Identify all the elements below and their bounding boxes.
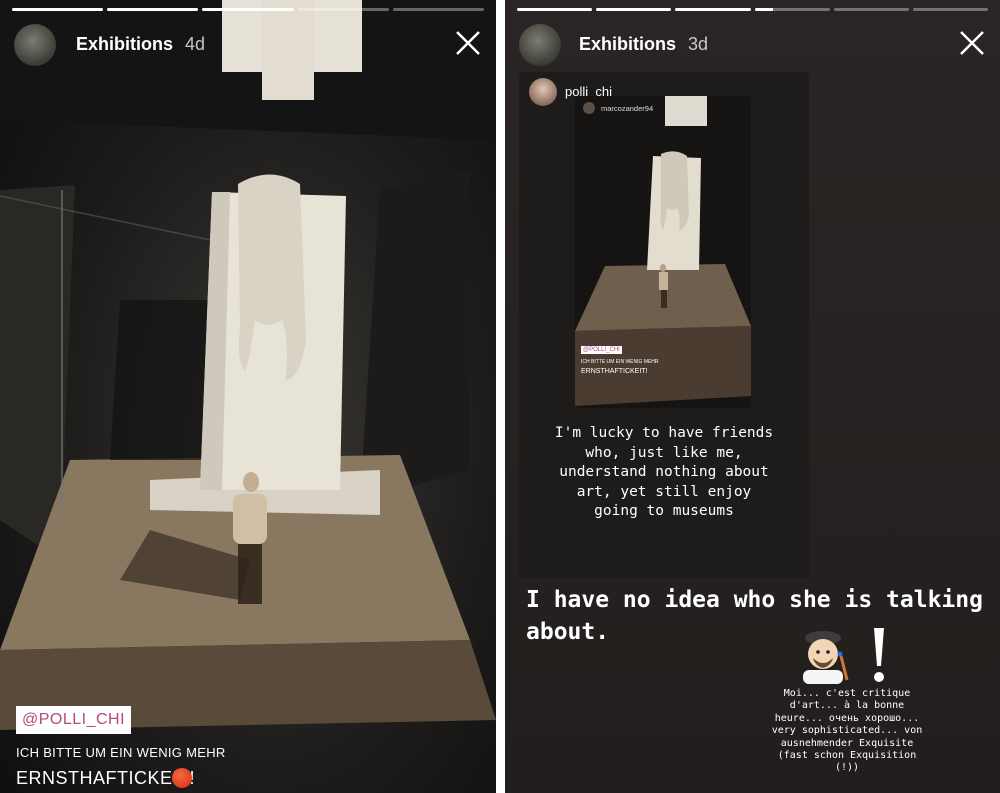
progress-segment — [107, 8, 199, 11]
progress-segment — [297, 8, 389, 11]
avatar[interactable] — [14, 24, 56, 66]
account-name[interactable]: Exhibitions — [579, 34, 676, 55]
sculpture-photo — [0, 0, 496, 730]
inner-caption-line-2: ERNSTHAFTICKEIT! — [581, 368, 648, 375]
exclamation-icon — [874, 628, 884, 682]
inner-username: marcozander94 — [601, 104, 654, 113]
progress-segment — [392, 8, 485, 11]
progress-segment — [202, 8, 294, 11]
angry-face-icon — [172, 768, 192, 788]
close-icon[interactable] — [958, 29, 986, 57]
progress-segment — [754, 8, 830, 11]
caption-line-2: ERNSTHAFTICKEIT! — [16, 768, 196, 788]
progress-segment — [12, 8, 104, 11]
progress-segment — [912, 8, 989, 11]
avatar[interactable] — [519, 24, 561, 66]
shared-post-card[interactable]: polli_chi marcozander94 @POLLI_CHI ICH B… — [519, 72, 809, 578]
story-left[interactable]: Exhibitions 4d @POLLI_CHI ICH BITTE UM E… — [0, 0, 496, 793]
close-icon[interactable] — [454, 29, 482, 57]
story-progress — [12, 8, 485, 11]
story-time: 3d — [688, 34, 709, 54]
progress-segment — [833, 8, 909, 11]
story-time: 4d — [185, 34, 206, 54]
artist-icon — [803, 631, 849, 684]
reply-text: I have no idea who she is talking about. — [526, 587, 983, 645]
shared-post-text: I'm lucky to have friends who, just like… — [554, 425, 774, 519]
progress-segment — [596, 8, 672, 11]
reply-small-text: Moi... c'est critique d'art... à la bonn… — [771, 688, 923, 774]
inner-avatar — [583, 102, 595, 114]
mention-tag[interactable]: @POLLI_CHI — [16, 706, 132, 734]
progress-segment — [517, 8, 593, 11]
caption-line-1: ICH BITTE UM EIN WENIG MEHR — [16, 745, 226, 760]
account-name[interactable]: Exhibitions — [76, 34, 173, 55]
progress-segment — [675, 8, 751, 11]
shared-post-image: marcozander94 @POLLI_CHI ICH BITTE UM EI… — [575, 96, 751, 408]
inner-caption-line-1: ICH BITTE UM EIN WENIG MEHR — [581, 359, 659, 365]
story-right[interactable]: Exhibitions 3d polli_chi marcozander94 @… — [505, 0, 1000, 793]
story-progress — [517, 8, 989, 11]
inner-mention-tag: @POLLI_CHI — [581, 346, 622, 354]
shared-post-avatar[interactable] — [529, 78, 557, 106]
